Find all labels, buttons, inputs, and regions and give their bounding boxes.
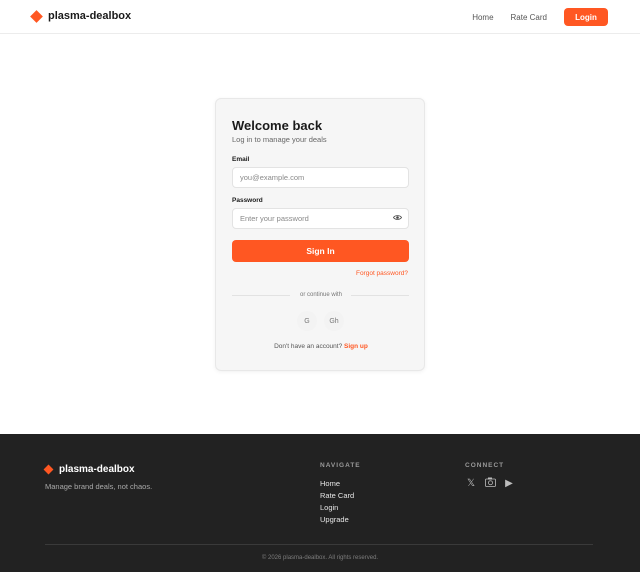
diamond-icon: [43, 464, 54, 475]
nav-link-rate-card[interactable]: Rate Card: [511, 13, 547, 22]
footer-divider: [45, 544, 593, 545]
nav-link-home[interactable]: Home: [472, 13, 493, 22]
divider-right: [351, 295, 409, 296]
brand-logo[interactable]: plasma-dealbox: [30, 9, 132, 23]
login-card: Welcome back Log in to manage your deals…: [215, 98, 425, 371]
top-nav: Home Rate Card Login: [472, 8, 608, 26]
signup-link[interactable]: Sign up: [344, 343, 368, 350]
google-icon: G: [304, 317, 310, 325]
footer-link-rate-card[interactable]: Rate Card: [320, 490, 354, 502]
login-button[interactable]: Login: [564, 8, 608, 26]
footer-nav-links: Home Rate Card Login Upgrade: [320, 478, 354, 526]
footer-link-home[interactable]: Home: [320, 478, 354, 490]
brand-name: plasma-dealbox: [48, 10, 132, 22]
camera-icon-graphic: [484, 477, 496, 487]
password-field[interactable]: [232, 208, 409, 229]
youtube-icon[interactable]: ▶: [503, 478, 515, 489]
x-twitter-icon[interactable]: 𝕏: [465, 478, 477, 489]
email-field[interactable]: [232, 167, 409, 188]
footer-link-upgrade[interactable]: Upgrade: [320, 514, 354, 526]
password-label: Password: [232, 197, 263, 204]
page-subtitle: Log in to manage your deals: [232, 135, 327, 144]
footer-navigate-heading: NAVIGATE: [320, 462, 361, 469]
footer-brand-name: plasma-dealbox: [59, 464, 135, 475]
signup-prompt: Don't have an account?: [274, 343, 343, 350]
eye-icon-graphic: [392, 215, 402, 220]
site-footer: plasma-dealbox Manage brand deals, not c…: [0, 434, 640, 572]
email-label: Email: [232, 156, 250, 163]
sign-in-button[interactable]: Sign In: [232, 240, 409, 262]
github-login-button[interactable]: Gh: [324, 311, 344, 331]
footer-link-login[interactable]: Login: [320, 502, 354, 514]
copyright: © 2026 plasma-dealbox. All rights reserv…: [261, 555, 379, 561]
footer-brand[interactable]: plasma-dealbox: [43, 464, 135, 475]
eye-icon[interactable]: [392, 214, 402, 224]
instagram-icon[interactable]: [484, 477, 496, 490]
page-title: Welcome back: [232, 118, 323, 133]
footer-tagline: Manage brand deals, not chaos.: [45, 482, 153, 491]
google-login-button[interactable]: G: [297, 311, 317, 331]
diamond-icon: [30, 9, 43, 23]
signup-row: Don't have an account? Sign up: [216, 343, 426, 350]
footer-connect-heading: CONNECT: [465, 462, 505, 469]
site-header: plasma-dealbox Home Rate Card Login: [0, 0, 640, 34]
footer-social-icons: 𝕏 ▶: [465, 477, 515, 490]
github-icon: Gh: [329, 317, 339, 325]
forgot-password-link[interactable]: Forgot password?: [356, 270, 408, 277]
